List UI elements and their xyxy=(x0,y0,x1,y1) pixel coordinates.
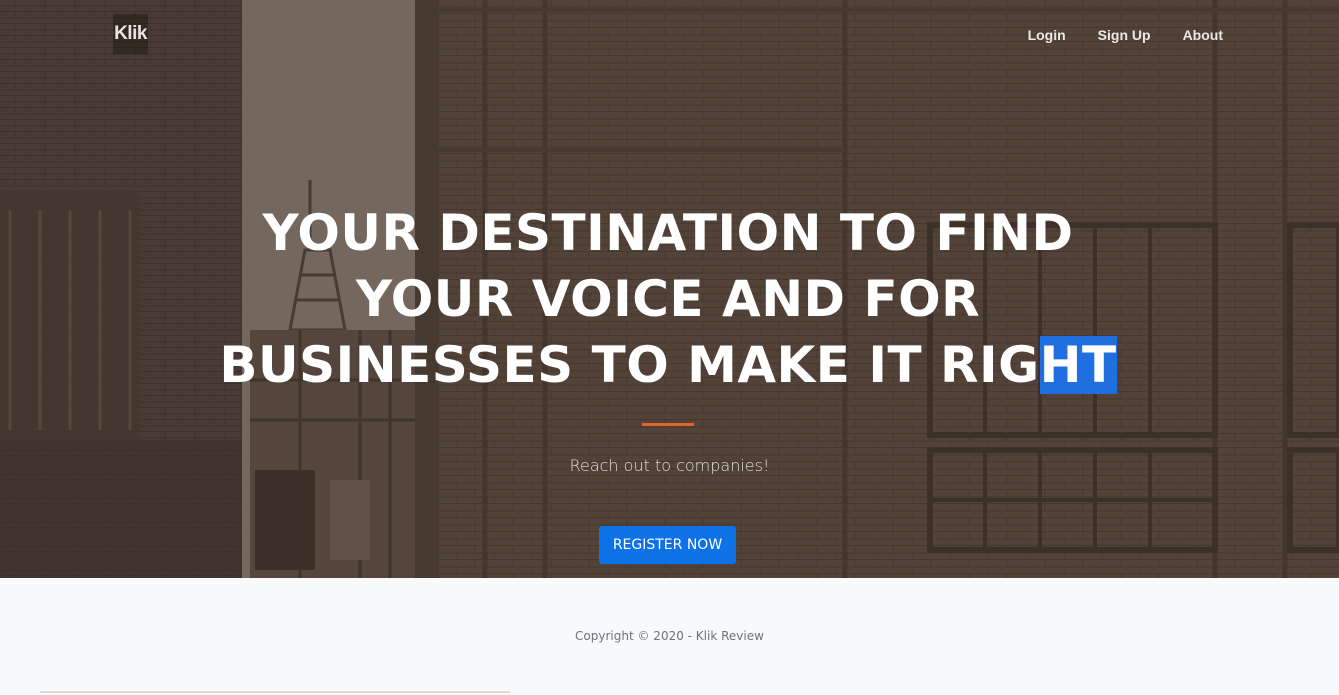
hero-subtitle: Reach out to companies! xyxy=(569,456,770,475)
hero-headline: YOUR DESTINATION TO FIND YOUR VOICE AND … xyxy=(150,200,1186,398)
top-nav: Login Sign Up About xyxy=(1028,25,1223,45)
headline-selected-text: HT xyxy=(1039,336,1117,394)
brand-logo[interactable]: Klik xyxy=(113,14,148,54)
nav-login-link[interactable]: Login xyxy=(1028,25,1066,45)
headline-line-3-text: BUSINESSES TO MAKE IT RIG xyxy=(219,336,1040,394)
copyright-text: Copyright © 2020 - Klik Review xyxy=(575,629,764,643)
page-footer: Copyright © 2020 - Klik Review xyxy=(0,578,1339,695)
hero-section: Klik Login Sign Up About YOUR DESTINATIO… xyxy=(0,0,1339,578)
nav-signup-link[interactable]: Sign Up xyxy=(1098,25,1151,45)
headline-line-3: BUSINESSES TO MAKE IT RIGHT xyxy=(150,332,1186,398)
nav-about-link[interactable]: About xyxy=(1183,25,1223,45)
register-now-button[interactable]: REGISTER NOW xyxy=(599,526,736,564)
headline-line-1: YOUR DESTINATION TO FIND xyxy=(262,204,1074,262)
accent-divider xyxy=(642,423,694,426)
bottom-edge-strip xyxy=(40,691,510,693)
headline-line-2: YOUR VOICE AND FOR xyxy=(355,270,981,328)
